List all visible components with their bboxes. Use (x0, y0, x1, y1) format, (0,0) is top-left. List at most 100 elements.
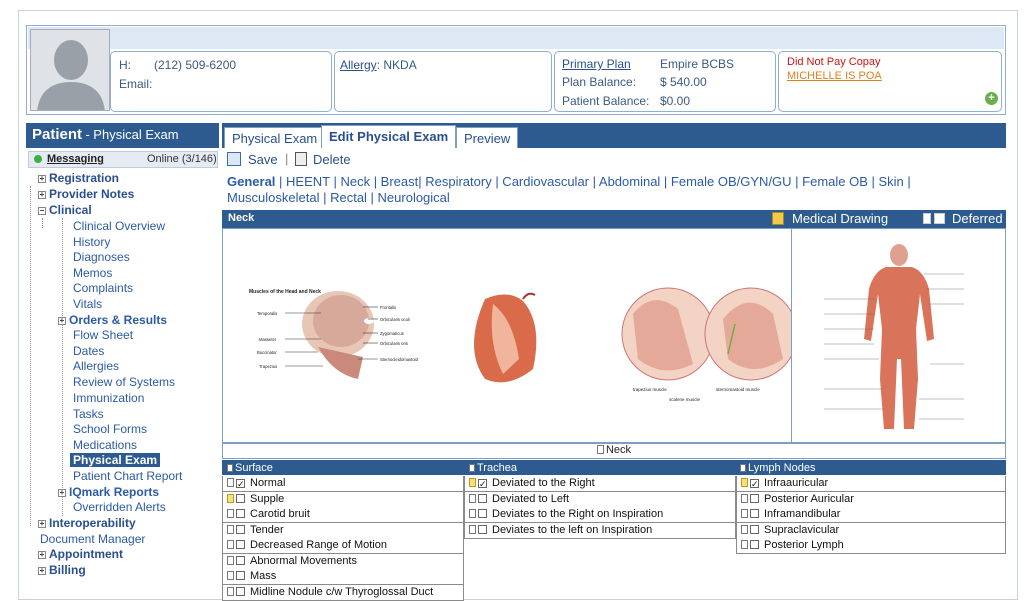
surface-checkbox[interactable]: ✓ (236, 479, 245, 489)
delete-button[interactable]: Delete (313, 152, 351, 167)
tree-patient-chart-report[interactable]: Patient Chart Report (73, 469, 182, 483)
tree-iqmark-reports[interactable]: + IQmark Reports (58, 485, 159, 499)
note-icon[interactable] (741, 493, 748, 503)
nav-links-row2[interactable]: Musculoskeletal | Rectal | Neurological (227, 190, 450, 205)
tree-registration[interactable]: + Registration (38, 171, 119, 185)
tree-orders-results[interactable]: + Orders & Results (58, 313, 167, 327)
note-icon[interactable] (741, 540, 748, 549)
lymph-checkbox[interactable]: ✓ (750, 479, 759, 489)
note-icon[interactable] (469, 509, 476, 518)
tab-preview[interactable]: Preview (456, 127, 519, 148)
trachea-row[interactable]: ✓ Deviated to the Right (464, 476, 736, 492)
trachea-row[interactable]: Deviated to Left (464, 491, 736, 508)
full-body-muscle-diagram[interactable] (794, 229, 1005, 442)
tree-medications[interactable]: Medications (73, 438, 137, 452)
trachea-row[interactable]: Deviates to the Right on Inspiration (464, 507, 736, 523)
neck-anatomy-illustrations[interactable]: Muscles of the Head and Neck Temporalis … (223, 229, 798, 442)
deferred-checkbox[interactable] (934, 213, 945, 224)
note-icon[interactable] (227, 509, 234, 518)
tree-review-of-systems[interactable]: Review of Systems (73, 375, 175, 389)
note-icon[interactable] (741, 524, 748, 534)
note-icon[interactable] (469, 524, 476, 534)
surface-checkbox[interactable] (236, 571, 245, 580)
label-masseter: Masseter (259, 337, 277, 342)
tree-provider-notes[interactable]: + Provider Notes (38, 187, 134, 201)
add-icon[interactable]: + (985, 92, 998, 105)
note-icon[interactable] (227, 478, 234, 487)
tab-physical-exam[interactable]: Physical Exam (224, 127, 326, 148)
note-icon[interactable] (469, 478, 476, 487)
messaging-link[interactable]: Messaging (47, 153, 104, 165)
tree-dates[interactable]: Dates (73, 344, 104, 358)
tree-interoperability[interactable]: + Interoperability (38, 516, 136, 530)
tree-diagnoses[interactable]: Diagnoses (73, 250, 130, 264)
tree-school-forms[interactable]: School Forms (73, 422, 147, 436)
medical-drawing-link[interactable]: Medical Drawing (792, 211, 888, 226)
surface-checkbox[interactable] (236, 493, 245, 503)
surface-row[interactable]: Tender (222, 522, 464, 539)
tree-clinical-overview[interactable]: Clinical Overview (73, 219, 165, 233)
lymph-checkbox[interactable] (750, 524, 759, 534)
note-icon[interactable] (227, 493, 234, 503)
lymph-row[interactable]: Posterior Auricular (736, 491, 1006, 508)
lymph-row[interactable]: Posterior Lymph (736, 538, 1006, 554)
note-icon[interactable] (469, 493, 476, 503)
primary-plan-link[interactable]: Primary Plan (562, 57, 631, 71)
nav-general[interactable]: General (227, 174, 275, 189)
note-icon[interactable] (741, 478, 748, 487)
tree-clinical[interactable]: − Clinical (38, 203, 92, 217)
trachea-checkbox[interactable]: ✓ (478, 479, 487, 489)
surface-row[interactable]: Abnormal Movements (222, 553, 464, 570)
tree-history[interactable]: History (73, 235, 110, 249)
tree-allergies[interactable]: Allergies (73, 359, 119, 373)
toolbar: Save | Delete (222, 149, 1006, 170)
note-icon[interactable] (227, 524, 234, 534)
lymph-checkbox[interactable] (750, 493, 759, 503)
tree-immunization[interactable]: Immunization (73, 391, 144, 405)
surface-checkbox[interactable] (236, 509, 245, 518)
trachea-row[interactable]: Deviates to the left on Inspiration (464, 522, 736, 539)
lymph-checkbox[interactable] (750, 509, 759, 518)
tree-overridden-alerts[interactable]: Overridden Alerts (73, 500, 166, 514)
lymph-row[interactable]: ✓ Infraauricular (736, 476, 1006, 492)
tree-vitals[interactable]: Vitals (73, 297, 102, 311)
surface-checkbox[interactable] (236, 555, 245, 565)
surface-row[interactable]: ✓ Normal (222, 476, 464, 492)
note-icon[interactable] (227, 555, 234, 565)
tree-billing[interactable]: + Billing (38, 563, 86, 577)
trachea-checkbox[interactable] (478, 509, 487, 518)
tree-flow-sheet[interactable]: Flow Sheet (73, 328, 133, 342)
lymph-row[interactable]: Supraclavicular (736, 522, 1006, 539)
surface-checkbox[interactable] (236, 586, 245, 596)
surface-row[interactable]: Carotid bruit (222, 507, 464, 523)
poa-alert-link[interactable]: MICHELLE IS POA (787, 70, 882, 82)
lymph-row[interactable]: Inframandibular (736, 507, 1006, 523)
note-icon[interactable] (227, 540, 234, 549)
surface-row[interactable]: Midline Nodule c/w Thyroglossal Duct (222, 584, 464, 601)
tab-edit-physical-exam[interactable]: Edit Physical Exam (321, 125, 457, 148)
save-button[interactable]: Save (248, 152, 278, 167)
note-icon[interactable] (227, 586, 234, 596)
exam-section-nav[interactable]: General | HEENT | Neck | Breast| Respira… (227, 174, 1002, 206)
allergy-link[interactable]: Allergy (340, 58, 377, 72)
tree-memos[interactable]: Memos (73, 266, 112, 280)
tree-document-manager[interactable]: Document Manager (40, 532, 145, 546)
note-icon[interactable] (227, 571, 234, 580)
tree-complaints[interactable]: Complaints (73, 281, 133, 295)
lymph-checkbox[interactable] (750, 540, 759, 549)
surface-row[interactable]: Supple (222, 491, 464, 508)
surface-checkbox[interactable] (236, 540, 245, 549)
messaging-bar[interactable]: Messaging Online (3/146) (28, 151, 218, 168)
tree-tasks[interactable]: Tasks (73, 407, 104, 421)
surface-row[interactable]: Decreased Range of Motion (222, 538, 464, 554)
trachea-checkbox[interactable] (478, 493, 487, 503)
tree-appointment[interactable]: + Appointment (38, 547, 123, 561)
avatar[interactable] (30, 29, 110, 111)
surface-checkbox[interactable] (236, 524, 245, 534)
trachea-checkbox[interactable] (478, 524, 487, 534)
medical-drawing-icon[interactable] (772, 212, 784, 225)
surface-row[interactable]: Mass (222, 569, 464, 585)
nav-links-row1[interactable]: | HEENT | Neck | Breast| Respiratory | C… (279, 174, 911, 189)
note-icon[interactable] (741, 509, 748, 518)
tree-physical-exam[interactable]: Physical Exam (70, 453, 161, 467)
